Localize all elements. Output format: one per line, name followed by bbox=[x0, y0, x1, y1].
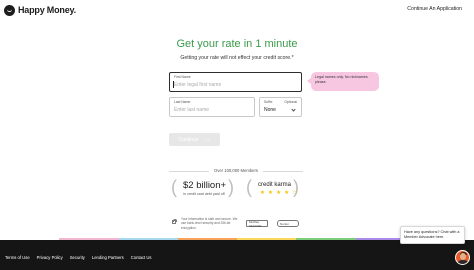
divider-line-right bbox=[263, 171, 303, 172]
laurel-left-icon: ( bbox=[246, 177, 252, 197]
lock-icon bbox=[172, 218, 178, 224]
footer-link-terms[interactable]: Terms of Use bbox=[5, 255, 30, 260]
amount-paid-off-caption: in credit card debt paid off bbox=[183, 192, 225, 196]
laurel-right-icon: ) bbox=[228, 177, 234, 197]
chevron-down-icon bbox=[291, 107, 296, 112]
first-name-label: First Name bbox=[174, 75, 191, 79]
footer-link-contact[interactable]: Contact Us bbox=[131, 255, 152, 260]
credit-karma-logo: credit karma bbox=[258, 182, 292, 188]
amount-paid-off: $2 billion+ bbox=[183, 180, 227, 191]
norton-badge: Norton bbox=[277, 220, 299, 227]
arrow-right-icon: → bbox=[204, 136, 211, 143]
member-advocate-avatar[interactable] bbox=[455, 250, 470, 265]
footer-links: Terms of Use Privacy Policy Security Len… bbox=[5, 255, 152, 260]
continue-application-link[interactable]: Continue An Application bbox=[407, 6, 462, 12]
mcafee-secure-badge: McAfee SECURE bbox=[246, 220, 268, 228]
last-name-field[interactable]: Last Name Enter last name bbox=[169, 97, 255, 117]
legal-name-tooltip: Legal names only. No nicknames please. bbox=[307, 72, 379, 91]
suffix-select[interactable]: Suffix Optional None bbox=[259, 97, 302, 117]
members-divider: Over 100,000 Members bbox=[169, 168, 303, 174]
smile-logo-icon bbox=[4, 4, 15, 16]
continue-button-label: Continue bbox=[178, 136, 199, 143]
last-name-label: Last Name bbox=[174, 100, 191, 104]
page-title: Get your rate in 1 minute bbox=[176, 38, 298, 50]
laurel-left-icon: ( bbox=[171, 177, 177, 197]
first-name-placeholder: Enter legal first name bbox=[174, 82, 222, 88]
security-text: Your information is safe and secure. We … bbox=[181, 217, 238, 230]
laurel-right-icon: ) bbox=[293, 177, 299, 197]
header: Happy Money. Continue An Application bbox=[0, 0, 474, 20]
last-name-placeholder: Enter last name bbox=[174, 107, 210, 113]
suffix-value: None bbox=[264, 107, 276, 113]
footer-link-security[interactable]: Security bbox=[70, 255, 85, 260]
footer-link-privacy[interactable]: Privacy Policy bbox=[37, 255, 63, 260]
page-subtitle: Getting your rate will not effect your c… bbox=[180, 55, 294, 61]
logo-text: Happy Money. bbox=[18, 5, 76, 15]
footer-link-lending-partners[interactable]: Lending Partners bbox=[92, 255, 124, 260]
logo[interactable]: Happy Money. bbox=[4, 4, 76, 16]
footer: Terms of Use Privacy Policy Security Len… bbox=[0, 240, 474, 270]
suffix-label: Suffix bbox=[264, 100, 273, 104]
continue-button[interactable]: Continue → bbox=[169, 133, 220, 146]
chat-prompt[interactable]: Have any questions? Chat with a Member A… bbox=[400, 226, 465, 244]
avatar-face bbox=[460, 253, 466, 260]
first-name-field[interactable]: First Name Enter legal first name bbox=[169, 72, 302, 92]
optional-label: Optional bbox=[284, 100, 297, 104]
